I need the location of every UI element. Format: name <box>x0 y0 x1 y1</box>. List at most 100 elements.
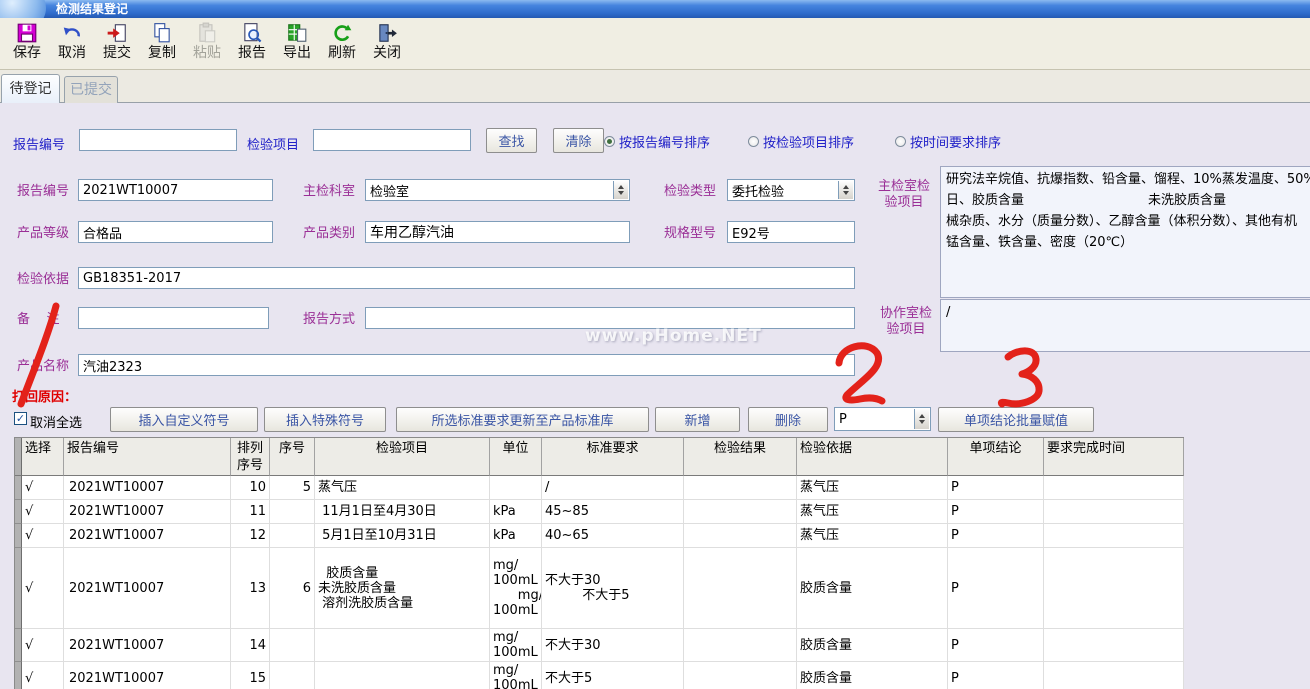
product-name-field[interactable]: 汽油2323 <box>78 354 855 376</box>
coop-items-label: 协作室检 验项目 <box>874 306 938 338</box>
column-header-basis[interactable]: 检验依据 <box>797 438 948 476</box>
cell-due <box>1044 500 1184 524</box>
save-button[interactable]: 保存 <box>8 20 46 62</box>
cell-unit <box>490 476 542 500</box>
column-header-unit[interactable]: 单位 <box>490 438 542 476</box>
cell-standard: / <box>542 476 684 500</box>
cell-seq-no <box>270 500 315 524</box>
product-name-label: 产品名称 <box>17 359 69 375</box>
app-logo-icon <box>0 0 46 18</box>
cell-result[interactable] <box>684 476 797 500</box>
row-selector-gutter <box>15 500 22 524</box>
cell-result[interactable] <box>684 548 797 629</box>
column-header-select[interactable]: 选择 <box>22 438 64 476</box>
sort-radio-2[interactable]: 按时间要求排序 <box>895 132 1001 151</box>
cell-item: 5月1日至10月31日 <box>315 524 490 548</box>
report-no-field[interactable]: 2021WT10007 <box>78 179 273 201</box>
insert-custom-symbol-button[interactable]: 插入自定义符号 <box>110 407 258 432</box>
clear-button[interactable]: 清除 <box>553 128 604 153</box>
cell-item: 胶质含量 未洗胶质含量 溶剂洗胶质含量 <box>315 548 490 629</box>
product-grade-field[interactable]: 合格品 <box>78 221 273 243</box>
column-header-standard[interactable]: 标准要求 <box>542 438 684 476</box>
delete-row-button[interactable]: 删除 <box>748 407 828 432</box>
cell-select[interactable]: √ <box>22 476 64 500</box>
cell-result[interactable] <box>684 500 797 524</box>
copy-button[interactable]: 复制 <box>143 20 181 62</box>
report-method-label: 报告方式 <box>303 312 355 328</box>
cell-conclusion: P <box>948 548 1044 629</box>
cell-select[interactable]: √ <box>22 500 64 524</box>
main-dept-value: 检验室 <box>370 181 409 200</box>
inspect-type-value: 委托检验 <box>732 181 784 200</box>
sort-radio-0[interactable]: 按报告编号排序 <box>604 132 710 151</box>
cell-standard: 45~85 <box>542 500 684 524</box>
report-icon <box>233 20 271 45</box>
results-table: 选择报告编号排列 序号序号检验项目单位标准要求检验结果检验依据单项结论要求完成时… <box>14 437 1184 689</box>
column-header-result[interactable]: 检验结果 <box>684 438 797 476</box>
tab-submitted[interactable]: 已提交 <box>64 76 118 103</box>
update-standard-library-button[interactable]: 所选标准要求更新至产品标准库 <box>396 407 649 432</box>
table-row[interactable]: √2021WT1000715mg/ 100mL不大于5胶质含量P <box>15 662 1184 689</box>
cell-result[interactable] <box>684 629 797 662</box>
cancel-button[interactable]: 取消 <box>53 20 91 62</box>
table-row[interactable]: √2021WT1000712 5月1日至10月31日kPa40~65蒸气压P <box>15 524 1184 548</box>
column-header-report-no[interactable]: 报告编号 <box>64 438 231 476</box>
table-row[interactable]: √2021WT10007105蒸气压/蒸气压P <box>15 476 1184 500</box>
tab-pending[interactable]: 待登记 <box>1 74 60 103</box>
export-button[interactable]: 导出 <box>278 20 316 62</box>
cell-standard: 不大于30 <box>542 629 684 662</box>
sort-radio-1[interactable]: 按检验项目排序 <box>748 132 854 151</box>
spinner-icon[interactable] <box>914 409 929 429</box>
conclusion-combo[interactable]: P <box>834 407 931 431</box>
column-header-item[interactable]: 检验项目 <box>315 438 490 476</box>
deselect-all-checkbox[interactable]: ✓ <box>14 412 27 425</box>
report-button[interactable]: 报告 <box>233 20 271 62</box>
tool-button-label: 刷新 <box>323 45 361 62</box>
spinner-icon[interactable] <box>613 181 628 199</box>
product-category-field[interactable]: 车用乙醇汽油 <box>365 221 630 243</box>
search-item-input[interactable] <box>313 129 471 151</box>
cell-select[interactable]: √ <box>22 548 64 629</box>
cell-order-no: 14 <box>231 629 270 662</box>
cell-result[interactable] <box>684 662 797 689</box>
add-row-button[interactable]: 新增 <box>655 407 740 432</box>
row-selector-gutter <box>15 548 22 629</box>
inspect-basis-field[interactable]: GB18351-2017 <box>78 267 855 289</box>
find-button[interactable]: 查找 <box>486 128 537 153</box>
cell-basis: 蒸气压 <box>797 500 948 524</box>
cell-seq-no <box>270 524 315 548</box>
cell-select[interactable]: √ <box>22 524 64 548</box>
cell-due <box>1044 524 1184 548</box>
submit-button[interactable]: 提交 <box>98 20 136 62</box>
remarks-field[interactable] <box>78 307 269 329</box>
cell-select[interactable]: √ <box>22 629 64 662</box>
tool-button-label: 关闭 <box>368 45 406 62</box>
floppy-icon <box>8 20 46 45</box>
column-header-seq-no[interactable]: 序号 <box>270 438 315 476</box>
cell-result[interactable] <box>684 524 797 548</box>
cell-select[interactable]: √ <box>22 662 64 689</box>
table-row[interactable]: √2021WT1000711 11月1日至4月30日kPa45~85蒸气压P <box>15 500 1184 524</box>
batch-assign-button[interactable]: 单项结论批量赋值 <box>938 407 1094 432</box>
copy-icon <box>143 20 181 45</box>
spinner-icon[interactable] <box>838 181 853 199</box>
close-button[interactable]: 关闭 <box>368 20 406 62</box>
main-items-textarea[interactable]: 研究法辛烷值、抗爆指数、铅含量、馏程、10%蒸发温度、50%蒸 日、胶质含量 未… <box>940 166 1310 298</box>
column-header-order-no[interactable]: 排列 序号 <box>231 438 270 476</box>
insert-special-symbol-button[interactable]: 插入特殊符号 <box>264 407 386 432</box>
report-no-label: 报告编号 <box>17 184 69 200</box>
column-header-due[interactable]: 要求完成时间 <box>1044 438 1184 476</box>
coop-items-textarea[interactable]: / <box>940 299 1310 352</box>
cell-report-no: 2021WT10007 <box>64 629 231 662</box>
cell-unit: mg/ 100mL mg/ 100mL <box>490 548 542 629</box>
search-item-label: 检验项目 <box>247 134 299 153</box>
inspect-type-combo[interactable]: 委托检验 <box>727 179 855 201</box>
search-report-no-input[interactable] <box>79 129 237 151</box>
column-header-conclusion[interactable]: 单项结论 <box>948 438 1044 476</box>
table-row[interactable]: √2021WT10007136 胶质含量 未洗胶质含量 溶剂洗胶质含量mg/ 1… <box>15 548 1184 629</box>
refresh-button[interactable]: 刷新 <box>323 20 361 62</box>
cell-standard: 不大于30 不大于5 <box>542 548 684 629</box>
table-row[interactable]: √2021WT1000714mg/ 100mL不大于30胶质含量P <box>15 629 1184 662</box>
main-dept-combo[interactable]: 检验室 <box>365 179 630 201</box>
spec-model-field[interactable]: E92号 <box>727 221 855 243</box>
